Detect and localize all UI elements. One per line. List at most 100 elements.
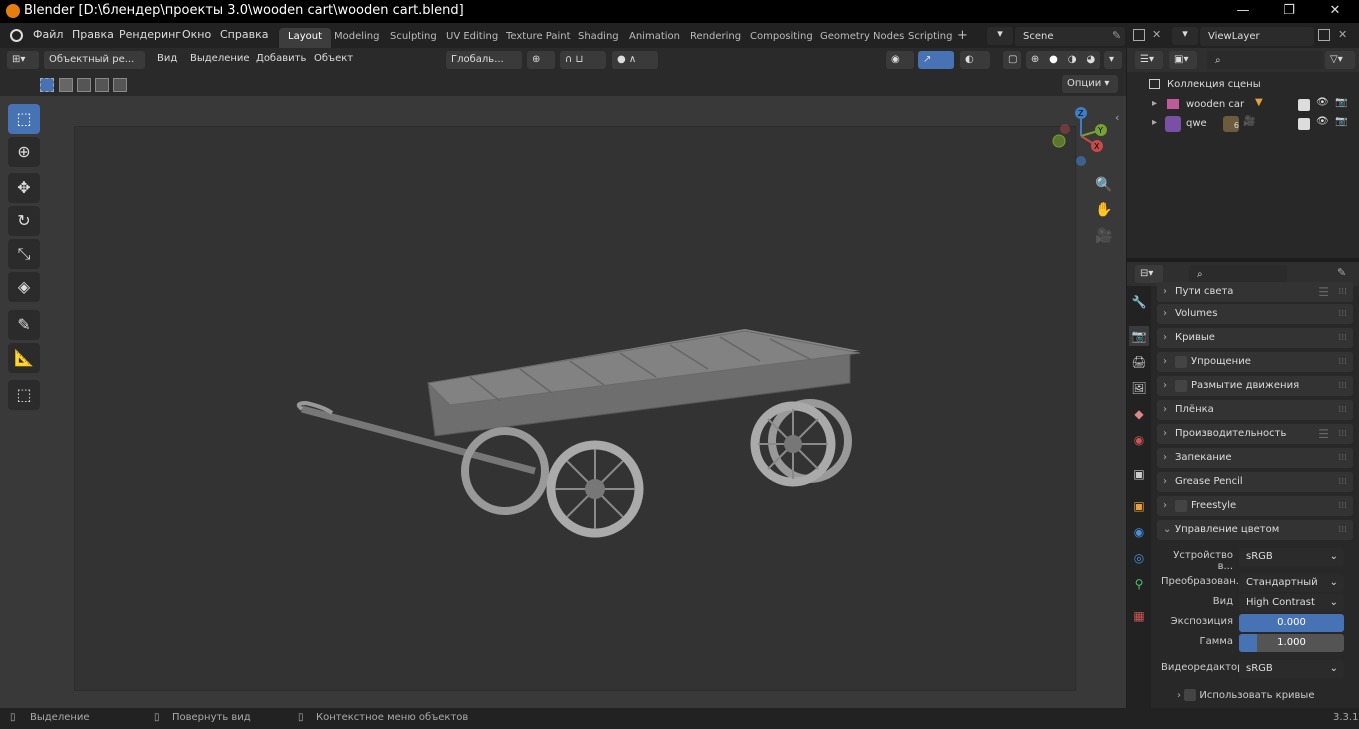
collection-tab-icon[interactable]: ▣: [1129, 464, 1149, 484]
outliner-row-wooden-car[interactable]: ▸ wooden car ▼ 👁 📷: [1127, 96, 1359, 115]
display-mode-icon[interactable]: ▣▾: [1169, 51, 1197, 69]
scene-name-field[interactable]: Scene: [1015, 27, 1125, 46]
tab-layout[interactable]: Layout: [279, 28, 331, 48]
new-viewlayer-icon[interactable]: [1318, 29, 1330, 41]
mode-selector[interactable]: Объектный ре...: [44, 51, 145, 69]
render-tab-icon[interactable]: 📷: [1129, 326, 1149, 346]
panel-freestyle[interactable]: › Freestyle ⁞⁞⁞: [1157, 496, 1353, 516]
material-shading-icon[interactable]: ◑: [1068, 51, 1077, 69]
scene-tab-icon[interactable]: ◆: [1129, 404, 1149, 424]
menu-edit[interactable]: Правка: [72, 28, 114, 41]
object-tab-icon[interactable]: ▣: [1129, 496, 1149, 516]
panel-motion-blur[interactable]: › Размытие движения ⁞⁞⁞: [1157, 376, 1353, 396]
panel-film[interactable]: › Плёнка ⁞⁞⁞: [1157, 400, 1353, 420]
modifiers-tab-icon[interactable]: ◉: [1129, 522, 1149, 542]
overlays-icon[interactable]: ◐: [960, 51, 990, 69]
display-device-dropdown[interactable]: sRGB ⌄: [1239, 548, 1344, 566]
menu-window[interactable]: Окно: [182, 28, 211, 41]
wireframe-shading-icon[interactable]: ⊕: [1031, 51, 1039, 69]
gizmo-toggle-icon[interactable]: ↗: [918, 51, 954, 69]
panel-simplify[interactable]: › Упрощение ⁞⁞⁞: [1157, 352, 1353, 372]
rendered-shading-icon[interactable]: ◕: [1086, 51, 1095, 69]
tab-sculpting[interactable]: Sculpting: [381, 28, 446, 48]
add-workspace-button[interactable]: +: [948, 28, 977, 48]
blender-menu-icon[interactable]: [10, 29, 23, 42]
tab-compositing[interactable]: Compositing: [741, 28, 822, 48]
pivot-icon[interactable]: ⊕: [527, 51, 555, 69]
output-tab-icon[interactable]: 🖨: [1129, 352, 1149, 372]
render-camera-icon[interactable]: 📷: [1335, 116, 1347, 127]
expand-arrow-icon[interactable]: ▸: [1152, 117, 1157, 128]
move-tool-icon[interactable]: ✥: [8, 173, 40, 203]
outliner-editor-icon[interactable]: ☰▾: [1135, 51, 1163, 69]
scene-collection-row[interactable]: Коллекция сцены: [1127, 77, 1359, 96]
filter-icon[interactable]: ▽▾: [1325, 51, 1355, 69]
visibility-icon[interactable]: ◉: [886, 51, 914, 69]
shading-options-icon[interactable]: ▾: [1104, 51, 1122, 69]
menu-add[interactable]: Добавить: [256, 53, 306, 64]
outliner-row-qwe[interactable]: ▸ qwe 6 🎥 👁 📷: [1127, 115, 1359, 134]
editor-type-icon[interactable]: ⊞▾: [7, 51, 39, 69]
select-new-icon[interactable]: [40, 78, 54, 92]
texture-tab-icon[interactable]: ▦: [1129, 606, 1149, 626]
use-curves-row[interactable]: › Использовать кривые: [1177, 689, 1314, 701]
add-cube-tool-icon[interactable]: ⬚: [8, 380, 40, 410]
select-intersect-icon[interactable]: [113, 78, 127, 92]
world-tab-icon[interactable]: ◉: [1129, 430, 1149, 450]
camera-view-icon[interactable]: 🎥: [1093, 225, 1115, 247]
freestyle-checkbox[interactable]: [1175, 500, 1187, 512]
measure-tool-icon[interactable]: 📐: [8, 343, 40, 373]
pin-icon[interactable]: ✎: [1112, 29, 1121, 42]
eye-icon[interactable]: 👁: [1316, 97, 1329, 108]
gamma-slider[interactable]: 1.000: [1239, 634, 1344, 652]
solid-shading-icon[interactable]: ●: [1049, 51, 1058, 69]
wooden-cart-model[interactable]: [290, 321, 880, 551]
panel-bake[interactable]: › Запекание ⁞⁞⁞: [1157, 448, 1353, 468]
tab-modeling[interactable]: Modeling: [325, 28, 389, 48]
viewlayer-name-field[interactable]: ViewLayer: [1200, 27, 1314, 46]
menu-view[interactable]: Вид: [157, 53, 177, 64]
scale-tool-icon[interactable]: ⤡: [8, 239, 40, 269]
panel-performance[interactable]: › Производительность ☰ ⁞⁞⁞: [1157, 424, 1353, 444]
look-dropdown[interactable]: High Contrast ⌄: [1239, 594, 1344, 612]
select-invert-icon[interactable]: [95, 78, 109, 92]
panel-volumes[interactable]: › Volumes ⁞⁞⁞: [1157, 304, 1353, 324]
xray-icon[interactable]: ▢: [1003, 51, 1021, 69]
annotate-tool-icon[interactable]: ✎: [8, 310, 40, 340]
tab-texture-paint[interactable]: Texture Paint: [497, 28, 580, 48]
rotate-tool-icon[interactable]: ↻: [8, 206, 40, 236]
exclude-checkbox[interactable]: [1298, 99, 1310, 111]
pin-icon[interactable]: ✎: [1337, 266, 1346, 279]
exclude-checkbox[interactable]: [1298, 118, 1310, 130]
sidebar-toggle-icon[interactable]: ‹: [1115, 111, 1119, 124]
pan-hand-icon[interactable]: ✋: [1093, 199, 1115, 221]
menu-file[interactable]: Файл: [33, 28, 63, 41]
select-box-tool-icon[interactable]: ⬚: [8, 104, 40, 134]
menu-render[interactable]: Рендеринг: [119, 28, 181, 41]
transform-tool-icon[interactable]: ◈: [8, 272, 40, 302]
minimize-button[interactable]: —: [1220, 0, 1266, 23]
tab-animation[interactable]: Animation: [620, 28, 689, 48]
tab-geometry-nodes[interactable]: Geometry Nodes: [811, 28, 913, 48]
new-scene-icon[interactable]: [1133, 29, 1145, 41]
3d-viewport[interactable]: [0, 96, 1126, 708]
menu-help[interactable]: Справка: [220, 28, 268, 41]
delete-viewlayer-icon[interactable]: ✕: [1338, 28, 1347, 41]
physics-tab-icon[interactable]: ◎: [1129, 548, 1149, 568]
eye-icon[interactable]: 👁: [1316, 116, 1329, 127]
render-camera-icon[interactable]: 📷: [1335, 97, 1347, 108]
sequencer-dropdown[interactable]: sRGB ⌄: [1239, 660, 1344, 678]
motion-blur-checkbox[interactable]: [1175, 380, 1187, 392]
outliner-search-input[interactable]: ⌕: [1207, 51, 1323, 69]
expand-arrow-icon[interactable]: ▸: [1152, 98, 1157, 109]
simplify-checkbox[interactable]: [1175, 356, 1187, 368]
panel-color-management[interactable]: ⌄ Управление цветом ⁞⁞⁞: [1157, 520, 1353, 540]
tab-shading[interactable]: Shading: [569, 28, 628, 48]
delete-scene-icon[interactable]: ✕: [1152, 28, 1161, 41]
use-curves-checkbox[interactable]: [1184, 689, 1197, 701]
viewlayer-selector-icon[interactable]: ▾: [1172, 27, 1198, 45]
menu-select[interactable]: Выделение: [190, 53, 250, 64]
exposure-slider[interactable]: 0.000: [1239, 614, 1344, 632]
select-extend-icon[interactable]: [59, 78, 73, 92]
cursor-tool-icon[interactable]: ⊕: [8, 137, 40, 167]
